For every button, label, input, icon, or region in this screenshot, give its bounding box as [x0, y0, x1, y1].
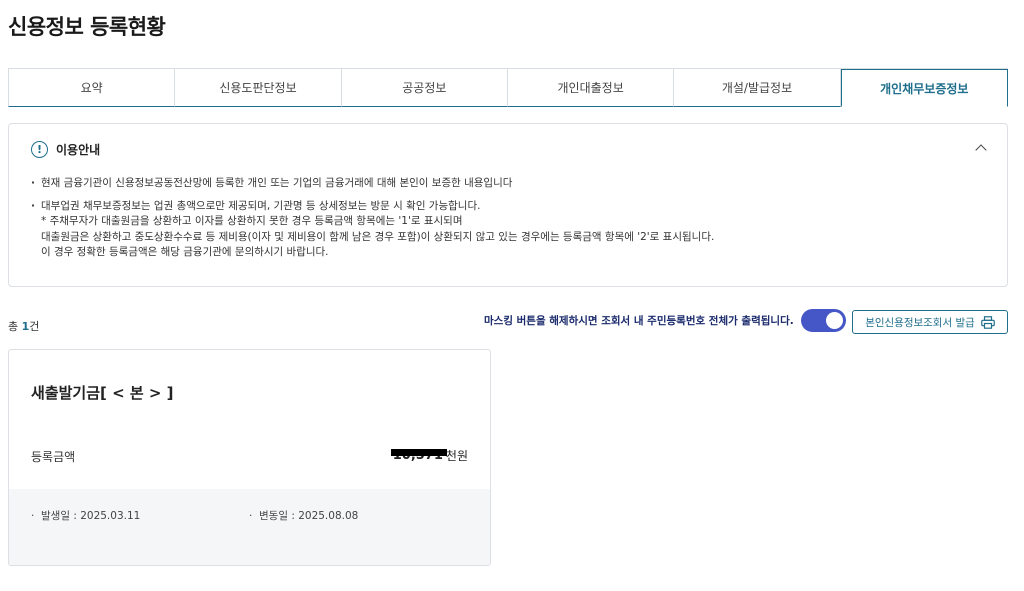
notice-line: * 주채무자가 대출원금을 상환하고 이자를 상환하지 못한 경우 등록금액 항… [41, 215, 463, 227]
page-title: 신용정보 등록현황 [8, 15, 166, 39]
issue-report-label: 본인신용정보조회서 발급 [865, 316, 975, 329]
notice-line: 대부업권 채무보증정보는 업권 총액으로만 제공되며, 기관명 등 상세정보는 … [41, 199, 481, 212]
tab-bar: 요약 신용도판단정보 공공정보 개인대출정보 개설/발급정보 개인채무보증정보 [8, 68, 1008, 107]
notice-paragraph: 현재 금융기관이 신용정보공동전산망에 등록한 개인 또는 기업의 금융거래에 … [31, 176, 991, 192]
notice-title: 이용안내 [56, 143, 101, 157]
masking-message: 마스킹 버튼을 해제하시면 조회서 내 주민등록번호 전체가 출력됩니다. [484, 315, 794, 327]
tab-public-info[interactable]: 공공정보 [341, 69, 508, 107]
notice-line: 이 경우 정확한 등록금액은 해당 금융기관에 문의하시기 바랍니다. [41, 246, 329, 258]
notice-header: ! 이용안내 [31, 141, 100, 158]
tab-personal-guarantee[interactable]: 개인채무보증정보 [840, 69, 1008, 107]
occurred-date: · 발생일 : 2025.03.11 [31, 510, 141, 522]
total-count: 총 1건 [8, 318, 39, 334]
guarantee-card: 새출발기금[ < 본 > ] 등록금액 10,571 천원 · 발생일 : 20… [8, 349, 491, 566]
tab-personal-loan[interactable]: 개인대출정보 [507, 69, 675, 107]
total-suffix: 건 [29, 320, 40, 333]
tab-opening-issuance[interactable]: 개설/발급정보 [674, 69, 841, 107]
usage-notice-panel: ! 이용안내 현재 금융기관이 신용정보공동전산망에 등록한 개인 또는 기업의… [8, 123, 1008, 287]
tab-credit-judgement[interactable]: 신용도판단정보 [175, 69, 342, 107]
card-title: 새출발기금[ < 본 > ] [31, 384, 174, 402]
redaction-bar [390, 449, 447, 456]
changed-date: · 변동일 : 2025.08.08 [249, 510, 359, 522]
card-footer: · 발생일 : 2025.03.11 · 변동일 : 2025.08.08 [9, 489, 490, 565]
notice-line: 대출원금은 상환하고 중도상환수수료 등 제비용(이자 및 제비용이 함께 남은… [41, 230, 715, 243]
masking-toggle[interactable] [801, 309, 846, 332]
chevron-up-icon[interactable] [973, 140, 989, 156]
total-prefix: 총 [8, 320, 22, 333]
amount-number: 10,571 [390, 448, 447, 463]
changed-date-text: 변동일 : 2025.08.08 [259, 510, 359, 522]
notice-body: 현재 금융기관이 신용정보공동전산망에 등록한 개인 또는 기업의 금융거래에 … [31, 176, 991, 261]
notice-paragraph: 대부업권 채무보증정보는 업권 총액으로만 제공되며, 기관명 등 상세정보는 … [31, 199, 991, 261]
occurred-date-text: 발생일 : 2025.03.11 [41, 510, 141, 522]
tab-summary[interactable]: 요약 [8, 69, 176, 107]
toggle-knob [826, 312, 843, 329]
amount-value: 10,571 천원 [390, 447, 468, 464]
amount-label: 등록금액 [31, 450, 76, 464]
info-icon: ! [31, 141, 48, 158]
printer-icon [980, 315, 995, 329]
amount-unit: 천원 [445, 449, 468, 463]
issue-report-button[interactable]: 본인신용정보조회서 발급 [852, 310, 1008, 334]
